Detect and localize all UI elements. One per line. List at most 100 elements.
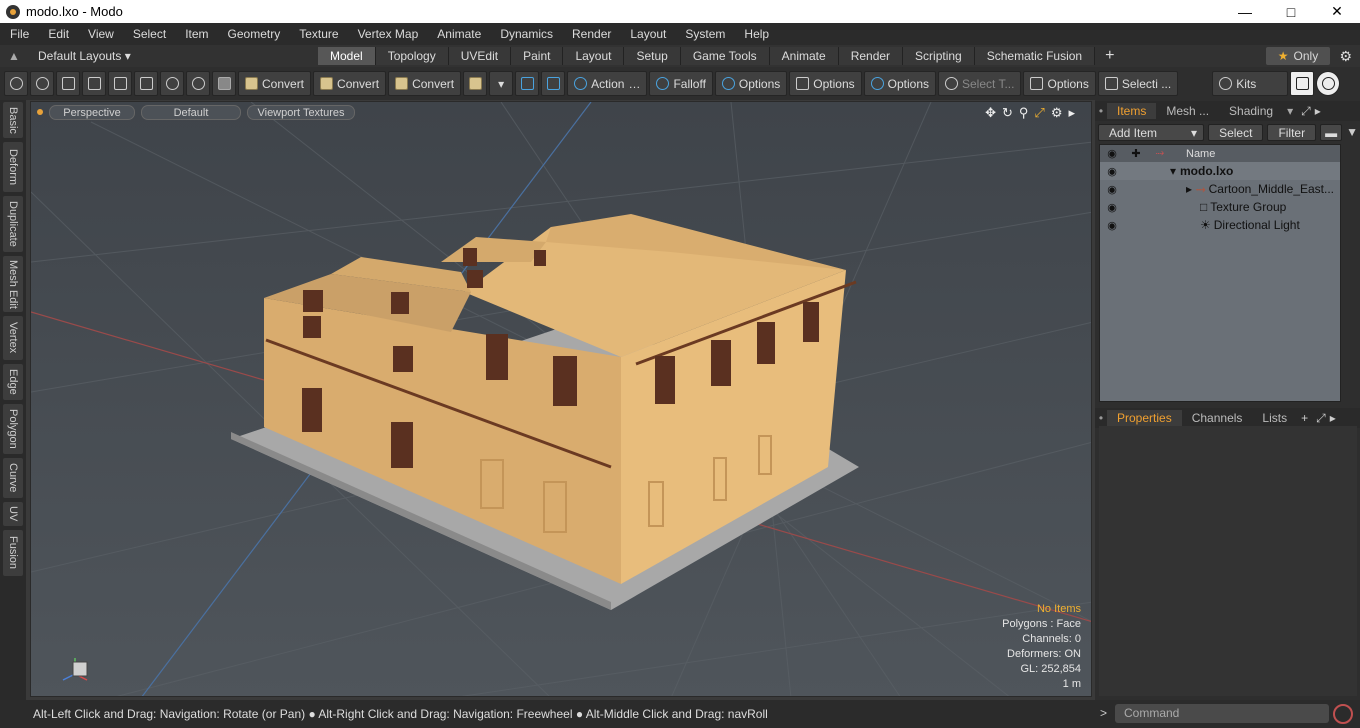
vtab-basic[interactable]: Basic bbox=[3, 102, 23, 138]
polygon-mode-icon[interactable] bbox=[56, 71, 80, 96]
visibility-eye-icon[interactable]: ◉ bbox=[1100, 165, 1124, 178]
tab-lists[interactable]: Lists bbox=[1252, 410, 1297, 426]
list-item[interactable]: ◉ □ Texture Group bbox=[1100, 198, 1340, 216]
visibility-eye-icon[interactable]: ◉ bbox=[1100, 201, 1124, 214]
panel-dot-icon[interactable]: • bbox=[1095, 411, 1107, 425]
filter-button[interactable]: Filter bbox=[1267, 123, 1317, 141]
add-tab-icon[interactable]: + bbox=[1095, 47, 1124, 65]
chevron-down-icon[interactable]: ▾ bbox=[489, 71, 514, 96]
tab-schematic-fusion[interactable]: Schematic Fusion bbox=[974, 47, 1096, 65]
list-item[interactable]: ◉ ☀ Directional Light bbox=[1100, 216, 1340, 234]
only-button[interactable]: ★ Only bbox=[1266, 47, 1330, 65]
unity-icon[interactable] bbox=[1290, 71, 1315, 96]
tab-setup[interactable]: Setup bbox=[624, 47, 681, 65]
options-button-1[interactable]: Options bbox=[714, 71, 788, 96]
action-center-button[interactable]: Action … bbox=[567, 71, 648, 96]
options-button-4[interactable]: Options bbox=[1023, 71, 1096, 96]
collapse-icon[interactable]: ▬ bbox=[1320, 123, 1343, 141]
vertex-mode-icon[interactable] bbox=[4, 71, 28, 96]
viewport-textures-button[interactable]: Viewport Textures bbox=[247, 104, 355, 120]
expand-panel-icon[interactable]: ⤢ bbox=[1312, 411, 1330, 426]
tab-game-tools[interactable]: Game Tools bbox=[680, 47, 770, 65]
menu-view[interactable]: View bbox=[78, 27, 123, 41]
menu-select[interactable]: Select bbox=[123, 27, 175, 41]
add-tab-icon[interactable]: + bbox=[1297, 411, 1312, 425]
menu-vertex-map[interactable]: Vertex Map bbox=[348, 27, 428, 41]
vtab-deform[interactable]: Deform bbox=[3, 142, 23, 192]
tab-scripting[interactable]: Scripting bbox=[903, 47, 975, 65]
menu-geometry[interactable]: Geometry bbox=[218, 27, 290, 41]
tab-shading[interactable]: Shading bbox=[1219, 103, 1283, 119]
convert-button-2[interactable]: Convert bbox=[313, 71, 387, 96]
menu-edit[interactable]: Edit bbox=[38, 27, 78, 41]
vtab-uv[interactable]: UV bbox=[3, 502, 23, 526]
viewport-menu-icon[interactable]: ▸ bbox=[1068, 105, 1075, 121]
command-input[interactable]: Command bbox=[1115, 704, 1329, 723]
menu-help[interactable]: Help bbox=[734, 27, 778, 41]
symmetry-icon[interactable] bbox=[515, 71, 540, 96]
edge-mode-icon[interactable] bbox=[30, 71, 54, 96]
vtab-polygon[interactable]: Polygon bbox=[3, 404, 23, 454]
panel-menu-icon[interactable]: ▸ bbox=[1330, 411, 1336, 425]
mesh-cube-icon[interactable] bbox=[463, 71, 488, 96]
tab-items[interactable]: Items bbox=[1107, 103, 1157, 119]
tab-uvedit[interactable]: UVEdit bbox=[448, 47, 512, 65]
visibility-eye-icon[interactable]: ◉ bbox=[1100, 183, 1124, 196]
unreal-icon[interactable] bbox=[1316, 71, 1341, 96]
tab-layout[interactable]: Layout bbox=[563, 47, 625, 65]
maximize-button[interactable]: □ bbox=[1268, 0, 1314, 23]
tab-animate[interactable]: Animate bbox=[769, 47, 839, 65]
viewport-options-dot[interactable] bbox=[37, 109, 43, 115]
menu-item[interactable]: Item bbox=[175, 27, 217, 41]
panel-dot-icon[interactable]: • bbox=[1095, 104, 1107, 118]
list-item[interactable]: ◉ ▾ modo.lxo bbox=[1100, 162, 1340, 180]
fit-view-icon[interactable]: ⤢ bbox=[1034, 105, 1044, 121]
menu-file[interactable]: File bbox=[0, 27, 38, 41]
funnel-icon[interactable]: ▼ bbox=[1346, 125, 1358, 139]
tab-paint[interactable]: Paint bbox=[511, 47, 564, 65]
item-list[interactable]: ◉ ✚ ⤑ Name ◉ ▾ modo.lxo ◉ ▸ ⤑ Cartoon_Mi… bbox=[1099, 144, 1341, 402]
vtab-vertex[interactable]: Vertex bbox=[3, 316, 23, 360]
list-item[interactable]: ◉ ▸ ⤑ Cartoon_Middle_East... bbox=[1100, 180, 1340, 198]
vtab-mesh-edit[interactable]: Mesh Edit bbox=[3, 256, 23, 312]
tab-mesh[interactable]: Mesh ... bbox=[1156, 103, 1219, 119]
item-mode-icon[interactable] bbox=[108, 71, 132, 96]
view-type-button[interactable]: Perspective bbox=[49, 104, 135, 120]
material-mode-icon[interactable] bbox=[82, 71, 106, 96]
panel-menu-icon[interactable]: ▸ bbox=[1315, 104, 1321, 118]
center-mode-icon[interactable] bbox=[160, 71, 184, 96]
vtab-fusion[interactable]: Fusion bbox=[3, 530, 23, 576]
tab-render[interactable]: Render bbox=[838, 47, 904, 65]
move-view-icon[interactable]: ✥ bbox=[985, 105, 996, 121]
expand-arrow-icon[interactable]: ▸ bbox=[1124, 182, 1196, 196]
convert-button-3[interactable]: Convert bbox=[388, 71, 462, 96]
menu-dynamics[interactable]: Dynamics bbox=[490, 27, 562, 41]
expand-panel-icon[interactable]: ⤢ bbox=[1297, 104, 1315, 119]
kits-button[interactable]: Kits bbox=[1212, 71, 1289, 96]
convert-button-1[interactable]: Convert bbox=[238, 71, 312, 96]
selection-sets-button[interactable]: Selecti ... bbox=[1097, 71, 1179, 96]
visibility-eye-icon[interactable]: ◉ bbox=[1100, 219, 1124, 232]
rotate-view-icon[interactable]: ↻ bbox=[1002, 105, 1013, 121]
menu-animate[interactable]: Animate bbox=[427, 27, 490, 41]
add-item-dropdown[interactable]: Add Item ▾ bbox=[1098, 123, 1205, 141]
select-button[interactable]: Select bbox=[1208, 123, 1264, 141]
minimize-button[interactable]: — bbox=[1222, 0, 1268, 23]
vtab-duplicate[interactable]: Duplicate bbox=[3, 196, 23, 252]
menu-layout[interactable]: Layout bbox=[620, 27, 675, 41]
default-layouts-dropdown[interactable]: Default Layouts ▾ bbox=[28, 49, 318, 63]
shading-style-button[interactable]: Default bbox=[141, 104, 241, 120]
pivot-mode-icon[interactable] bbox=[134, 71, 158, 96]
menu-system[interactable]: System bbox=[675, 27, 734, 41]
tab-channels[interactable]: Channels bbox=[1182, 410, 1253, 426]
menu-render[interactable]: Render bbox=[562, 27, 620, 41]
close-button[interactable]: ✕ bbox=[1314, 0, 1360, 23]
viewport-settings-icon[interactable]: ⚙ bbox=[1051, 105, 1063, 121]
menu-texture[interactable]: Texture bbox=[289, 27, 347, 41]
select-through-button[interactable]: Select T... bbox=[938, 71, 1022, 96]
record-icon[interactable] bbox=[1333, 704, 1353, 724]
expand-arrow-icon[interactable]: ▾ bbox=[1124, 164, 1180, 178]
falloff-button[interactable]: Falloff bbox=[649, 71, 713, 96]
tabs-dropdown-icon[interactable]: ▾ bbox=[1283, 104, 1297, 118]
tab-model[interactable]: Model bbox=[318, 47, 376, 65]
